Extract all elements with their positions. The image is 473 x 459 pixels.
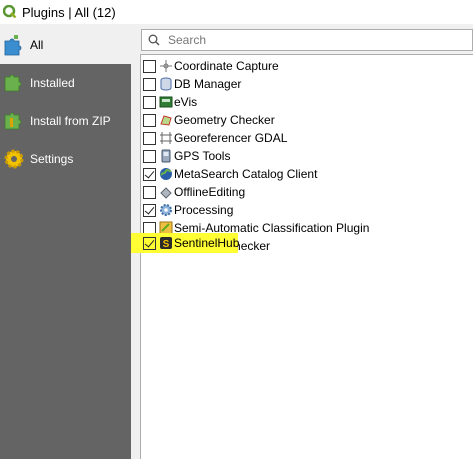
plugin-name: GPS Tools xyxy=(174,149,231,163)
plugin-checkbox[interactable] xyxy=(143,60,156,73)
sidebar-item-label: Installed xyxy=(30,76,75,90)
geometry-checker-icon xyxy=(160,115,172,126)
plugin-name: eVis xyxy=(174,95,198,109)
search-box[interactable] xyxy=(141,29,473,51)
georeferencer-icon xyxy=(160,132,172,144)
plugin-name: Coordinate Capture xyxy=(174,59,279,73)
qgis-logo-icon xyxy=(3,5,17,19)
plugin-name: DB Manager xyxy=(174,77,242,91)
plugin-checkbox[interactable] xyxy=(143,186,156,199)
plugin-name: Georeferencer GDAL xyxy=(174,131,288,145)
plugin-checkbox[interactable] xyxy=(143,96,156,109)
plugin-name: Geometry Checker xyxy=(174,113,275,127)
plugin-list: Coordinate Capture DB Manager eVis Geome… xyxy=(140,54,473,459)
list-item[interactable]: Geometry Checker xyxy=(141,111,473,129)
list-item[interactable]: eVis xyxy=(141,93,473,111)
puzzle-installed-icon xyxy=(2,71,26,95)
plugin-checkbox[interactable] xyxy=(143,168,156,181)
plugin-checkbox[interactable] xyxy=(143,150,156,163)
sidebar-item-all[interactable]: All xyxy=(0,26,131,64)
plugin-name: OfflineEditing xyxy=(174,185,246,199)
puzzle-all-icon xyxy=(2,33,26,57)
sidebar: All Installed Install from ZIP Settings xyxy=(0,26,131,459)
list-item-sentinelhub[interactable]: S SentinelHub xyxy=(141,234,341,252)
plugin-checkbox[interactable] xyxy=(143,132,156,145)
evis-icon xyxy=(159,96,173,108)
processing-gear-icon xyxy=(160,204,172,216)
svg-text:S: S xyxy=(163,239,170,250)
list-item[interactable]: Coordinate Capture xyxy=(141,57,473,75)
database-icon xyxy=(160,77,172,91)
gps-icon xyxy=(161,149,171,163)
plugin-checkbox[interactable] xyxy=(143,78,156,91)
metasearch-icon xyxy=(160,168,172,180)
window-title: Plugins | All (12) xyxy=(22,4,116,20)
sidebar-item-label: Settings xyxy=(30,152,74,166)
sidebar-item-label: All xyxy=(30,38,44,52)
sidebar-item-installed[interactable]: Installed xyxy=(0,64,131,102)
gear-icon xyxy=(2,147,26,171)
plugin-name: MetaSearch Catalog Client xyxy=(174,167,318,181)
title-bar: Plugins | All (12) xyxy=(0,0,473,24)
crosshair-icon xyxy=(160,60,172,72)
list-item[interactable]: MetaSearch Catalog Client xyxy=(141,165,473,183)
plugin-checkbox[interactable] xyxy=(143,114,156,127)
plugin-checkbox[interactable] xyxy=(143,237,156,250)
list-item[interactable]: Georeferencer GDAL xyxy=(141,129,473,147)
list-item[interactable]: OfflineEditing xyxy=(141,183,473,201)
list-item[interactable]: GPS Tools xyxy=(141,147,473,165)
list-item[interactable]: Processing xyxy=(141,201,473,219)
plugin-name: SentinelHub xyxy=(174,236,240,250)
list-item[interactable]: DB Manager xyxy=(141,75,473,93)
search-input[interactable] xyxy=(168,33,458,47)
sidebar-item-install-zip[interactable]: Install from ZIP xyxy=(0,102,131,140)
plugin-name: Processing xyxy=(174,203,234,217)
sentinelhub-icon: S xyxy=(160,237,172,250)
zip-install-icon xyxy=(2,109,26,133)
offline-editing-icon xyxy=(160,187,172,199)
sidebar-item-label: Install from ZIP xyxy=(30,114,111,128)
plugin-checkbox[interactable] xyxy=(143,204,156,217)
sidebar-item-settings[interactable]: Settings xyxy=(0,140,131,178)
search-icon xyxy=(148,34,160,46)
